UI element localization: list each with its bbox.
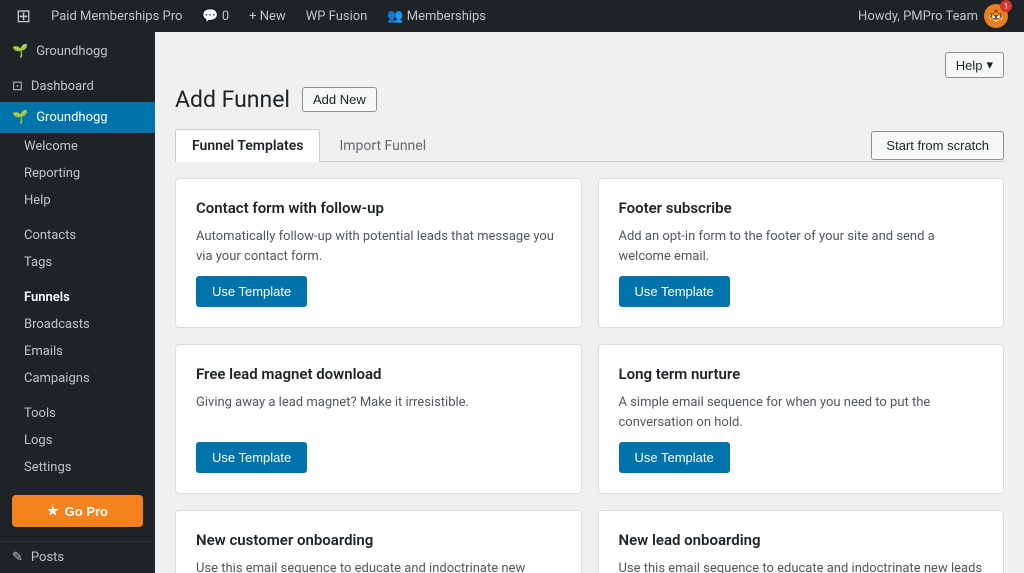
use-template-button-3[interactable]: Use Template — [619, 442, 730, 473]
template-desc-0: Automatically follow-up with potential l… — [196, 227, 561, 266]
template-title-3: Long term nurture — [619, 365, 984, 383]
content-area: Help ▾ Add Funnel Add New Funnel Templat… — [155, 32, 1024, 573]
templates-grid: Contact form with follow-up Automaticall… — [175, 178, 1004, 573]
help-label: Help — [956, 58, 983, 73]
howdy-label: Howdy, PMPro Team — [858, 9, 978, 24]
template-title-4: New customer onboarding — [196, 531, 561, 549]
sidebar-item-tags-label: Tags — [24, 255, 52, 270]
sidebar-item-dashboard[interactable]: ⊡ Dashboard — [0, 71, 155, 102]
page-header: Add Funnel Add New — [175, 86, 1004, 113]
site-name-label: Paid Memberships Pro — [51, 9, 182, 24]
sidebar-item-funnels[interactable]: Funnels — [0, 284, 155, 311]
use-template-button-1[interactable]: Use Template — [619, 276, 730, 307]
template-desc-5: Use this email sequence to educate and i… — [619, 559, 984, 573]
go-pro-button[interactable]: ★ Go Pro — [12, 495, 143, 527]
wp-fusion-label: WP Fusion — [306, 9, 368, 24]
admin-bar-right: Howdy, PMPro Team 🐯 1 — [850, 4, 1016, 28]
template-card-4: New customer onboarding Use this email s… — [175, 510, 582, 573]
sidebar-item-contacts-label: Contacts — [24, 228, 76, 243]
template-card-0: Contact form with follow-up Automaticall… — [175, 178, 582, 328]
sidebar-item-groundhogg-label: Groundhogg — [36, 110, 107, 125]
sidebar-item-help-label: Help — [24, 193, 51, 208]
memberships-label: 👥 Memberships — [387, 9, 486, 24]
howdy-item[interactable]: Howdy, PMPro Team 🐯 1 — [850, 4, 1016, 28]
template-desc-4: Use this email sequence to educate and i… — [196, 559, 561, 573]
help-arrow-icon: ▾ — [986, 57, 993, 73]
template-title-5: New lead onboarding — [619, 531, 984, 549]
use-template-button-0[interactable]: Use Template — [196, 276, 307, 307]
sidebar-item-posts[interactable]: ✎ Posts — [0, 541, 155, 573]
tab-import-funnel[interactable]: Import Funnel — [322, 129, 443, 162]
tab-import-funnel-label: Import Funnel — [339, 138, 426, 154]
help-button[interactable]: Help ▾ — [945, 52, 1004, 78]
notification-badge: 1 — [1000, 0, 1012, 12]
use-template-button-2[interactable]: Use Template — [196, 442, 307, 473]
sidebar-item-settings-label: Settings — [24, 460, 71, 475]
comments-item[interactable]: 💬 0 — [194, 0, 237, 32]
new-label: + New — [249, 9, 286, 24]
tabs-container: Funnel Templates Import Funnel — [175, 129, 443, 161]
sidebar-item-logs-label: Logs — [24, 433, 52, 448]
comments-label: 💬 0 — [202, 9, 229, 24]
sidebar-item-campaigns-label: Campaigns — [24, 371, 90, 386]
add-new-button[interactable]: Add New — [302, 87, 377, 112]
start-from-scratch-button[interactable]: Start from scratch — [871, 131, 1004, 160]
tab-funnel-templates-label: Funnel Templates — [192, 138, 303, 154]
sidebar-logo: 🌱 Groundhogg — [0, 32, 155, 71]
main-layout: 🌱 Groundhogg ⊡ Dashboard 🌱 Groundhogg We… — [0, 32, 1024, 573]
sidebar-item-welcome[interactable]: Welcome — [0, 133, 155, 160]
sidebar-item-broadcasts[interactable]: Broadcasts — [0, 311, 155, 338]
template-desc-1: Add an opt-in form to the footer of your… — [619, 227, 984, 266]
avatar: 🐯 1 — [984, 4, 1008, 28]
sidebar-item-dashboard-label: Dashboard — [31, 79, 94, 94]
site-name-item[interactable]: Paid Memberships Pro — [43, 0, 190, 32]
dashboard-icon: ⊡ — [12, 79, 23, 94]
admin-bar: ⊞ Paid Memberships Pro 💬 0 + New WP Fusi… — [0, 0, 1024, 32]
sidebar-item-tools[interactable]: Tools — [0, 400, 155, 427]
sidebar-item-funnels-label: Funnels — [24, 290, 70, 305]
sidebar-item-tools-label: Tools — [24, 406, 56, 421]
template-title-0: Contact form with follow-up — [196, 199, 561, 217]
wp-logo-item[interactable]: ⊞ — [8, 0, 39, 32]
groundhogg-logo-icon: 🌱 — [12, 44, 28, 59]
template-title-2: Free lead magnet download — [196, 365, 561, 383]
template-title-1: Footer subscribe — [619, 199, 984, 217]
sidebar-item-reporting-label: Reporting — [24, 166, 80, 181]
sidebar-item-posts-label: Posts — [31, 550, 64, 565]
tab-funnel-templates[interactable]: Funnel Templates — [175, 129, 320, 162]
sidebar-item-emails-label: Emails — [24, 344, 63, 359]
star-icon: ★ — [47, 503, 59, 519]
sidebar-item-broadcasts-label: Broadcasts — [24, 317, 90, 332]
sidebar-item-reporting[interactable]: Reporting — [0, 160, 155, 187]
memberships-item[interactable]: 👥 Memberships — [379, 0, 494, 32]
go-pro-label: Go Pro — [65, 504, 108, 519]
sidebar-item-welcome-label: Welcome — [24, 139, 78, 154]
template-card-1: Footer subscribe Add an opt-in form to t… — [598, 178, 1005, 328]
wp-logo-icon: ⊞ — [16, 6, 31, 27]
sidebar-item-emails[interactable]: Emails — [0, 338, 155, 365]
sidebar-item-campaigns[interactable]: Campaigns — [0, 365, 155, 392]
template-card-2: Free lead magnet download Giving away a … — [175, 344, 582, 494]
template-desc-3: A simple email sequence for when you nee… — [619, 393, 984, 432]
new-item[interactable]: + New — [241, 0, 294, 32]
sidebar-logo-label: Groundhogg — [36, 44, 107, 59]
sidebar-item-tags[interactable]: Tags — [0, 249, 155, 276]
template-desc-2: Giving away a lead magnet? Make it irres… — [196, 393, 561, 432]
posts-icon: ✎ — [12, 550, 23, 565]
avatar-emoji: 🐯 — [989, 9, 1004, 23]
sidebar-item-settings[interactable]: Settings — [0, 454, 155, 481]
sidebar-item-groundhogg[interactable]: 🌱 Groundhogg — [0, 102, 155, 133]
sidebar-item-help[interactable]: Help — [0, 187, 155, 214]
sidebar: 🌱 Groundhogg ⊡ Dashboard 🌱 Groundhogg We… — [0, 32, 155, 573]
sidebar-item-contacts[interactable]: Contacts — [0, 222, 155, 249]
template-card-3: Long term nurture A simple email sequenc… — [598, 344, 1005, 494]
wp-fusion-item[interactable]: WP Fusion — [298, 0, 376, 32]
template-card-5: New lead onboarding Use this email seque… — [598, 510, 1005, 573]
sidebar-item-logs[interactable]: Logs — [0, 427, 155, 454]
page-title: Add Funnel — [175, 86, 290, 113]
groundhogg-icon: 🌱 — [12, 110, 28, 125]
